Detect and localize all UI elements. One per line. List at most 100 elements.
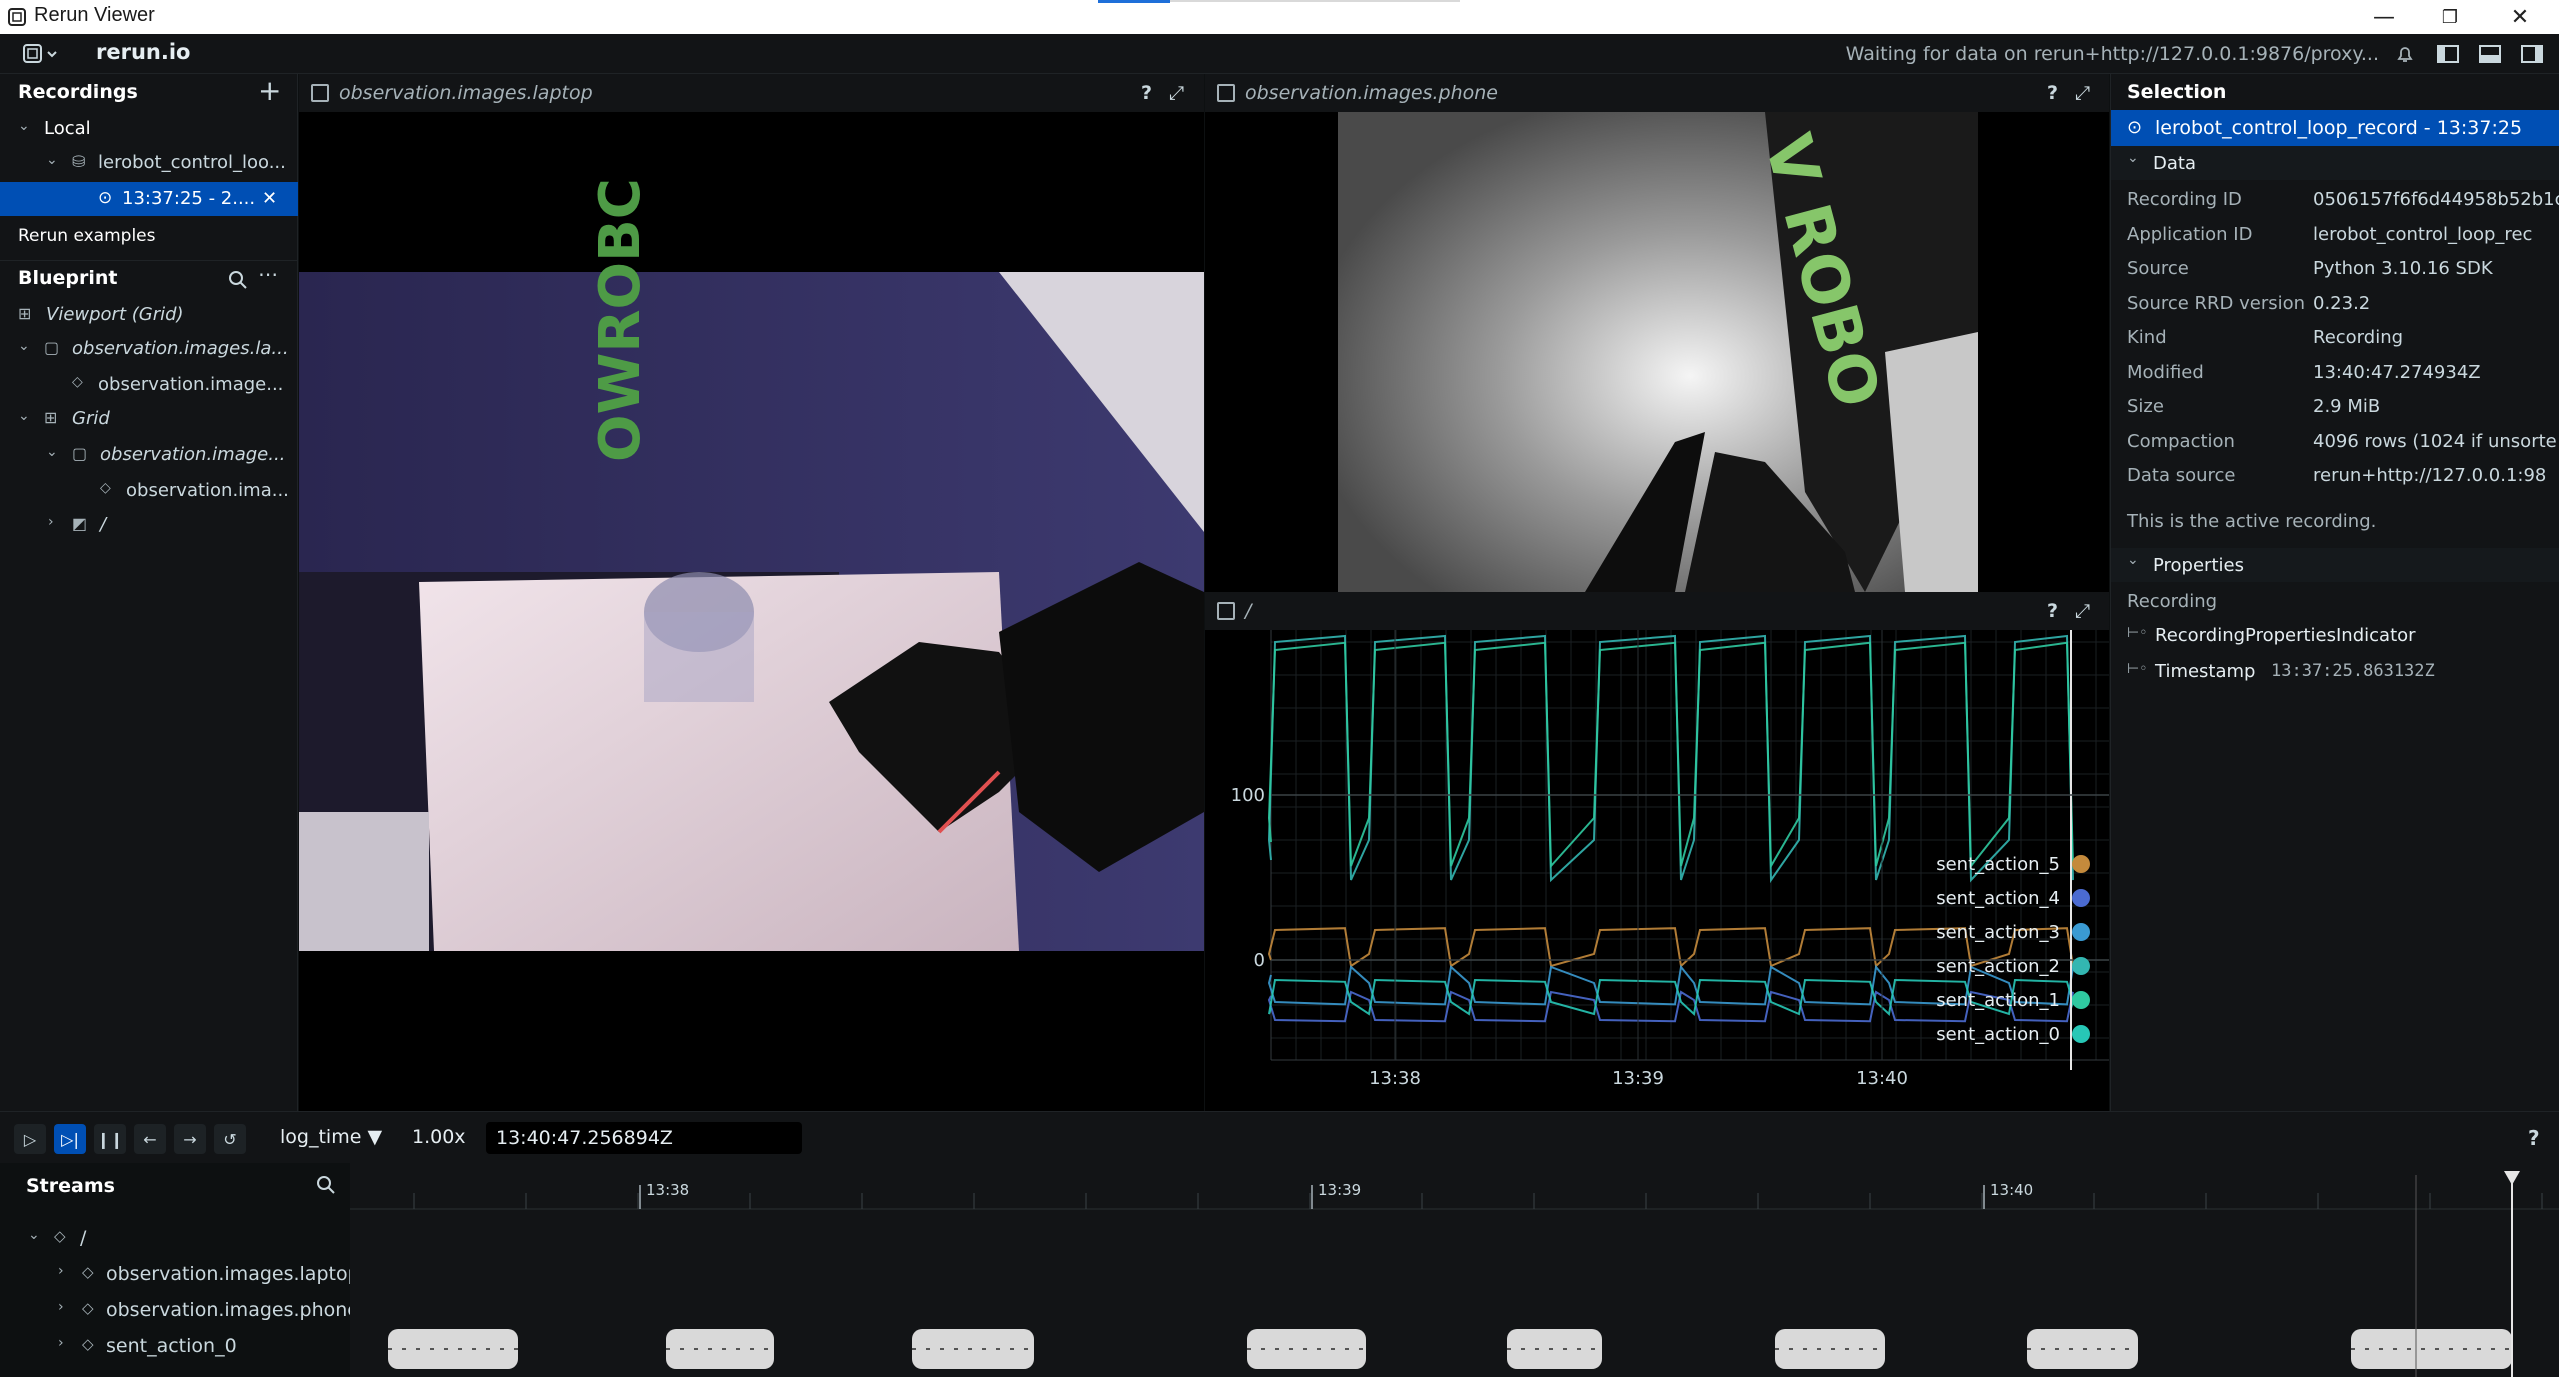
legend-swatch[interactable]: [2072, 923, 2090, 941]
tree-item-recording[interactable]: ⊙ 13:37:25 - 2.... ✕: [0, 182, 298, 216]
chevron-right-icon[interactable]: ›: [48, 514, 54, 530]
property-indicator-row[interactable]: ⊢◦ RecordingPropertiesIndicator: [2111, 618, 2559, 652]
chevron-right-icon[interactable]: ›: [58, 1299, 64, 1315]
plot-view-header[interactable]: / ? ⤢: [1205, 592, 2109, 630]
phone-view-header[interactable]: observation.images.phone ? ⤢: [1205, 74, 2109, 112]
maximize-icon[interactable]: ⤢: [2075, 82, 2090, 104]
stream-item[interactable]: › ◇ observation.images.phone: [0, 1293, 359, 1329]
chevron-right-icon[interactable]: ›: [58, 1335, 64, 1351]
playback-speed[interactable]: 1.00x: [412, 1126, 466, 1148]
help-icon[interactable]: ?: [2528, 1126, 2540, 1150]
legend-swatch[interactable]: [2072, 957, 2090, 975]
data-row-key: Data source: [2127, 465, 2236, 486]
blueprint-item-grid[interactable]: ⌄ ⊞ Grid: [0, 402, 298, 436]
notifications-icon[interactable]: [2394, 43, 2416, 65]
laptop-view-header[interactable]: observation.images.laptop ? ⤢: [299, 74, 1204, 112]
toggle-right-panel-icon[interactable]: [2520, 43, 2544, 65]
window-accent-track: [1170, 0, 1460, 2]
stream-item[interactable]: › ◇ observation.images.laptop: [0, 1257, 360, 1293]
play-button[interactable]: ▷: [14, 1124, 46, 1154]
blueprint-item-phone-view[interactable]: ⌄ ▢ observation.image...: [0, 438, 298, 472]
loop-button[interactable]: ↺: [214, 1124, 246, 1154]
search-icon[interactable]: [316, 1175, 336, 1195]
streams-header: Streams: [0, 1169, 350, 1205]
phone-view-canvas[interactable]: V ROBO: [1205, 112, 2109, 592]
data-row[interactable]: Data source rerun+http://127.0.0.1:98: [2111, 458, 2559, 492]
chevron-down-icon[interactable]: ⌄: [18, 408, 30, 424]
rerun-examples-link[interactable]: Rerun examples: [0, 220, 298, 254]
follow-button[interactable]: ▷|: [54, 1124, 86, 1154]
current-time-field[interactable]: 13:40:47.256894Z: [486, 1122, 802, 1154]
more-options-icon[interactable]: ⋯: [258, 262, 278, 286]
search-icon[interactable]: [228, 270, 248, 290]
stream-data-block[interactable]: [388, 1329, 518, 1369]
legend-swatch[interactable]: [2072, 855, 2090, 873]
data-row[interactable]: Recording ID 0506157f6f6d44958b52b1c: [2111, 182, 2559, 216]
chevron-down-icon[interactable]: ⌄: [28, 1227, 40, 1243]
data-row[interactable]: Compaction 4096 rows (1024 if unsorte: [2111, 424, 2559, 458]
laptop-view-canvas[interactable]: OWROBC: [299, 112, 1204, 1111]
chevron-down-icon[interactable]: ⌄: [2127, 552, 2139, 568]
entity-icon: ◇: [54, 1227, 66, 1245]
recordings-header: Recordings +: [0, 74, 298, 110]
stream-root[interactable]: ⌄ ◇ /: [0, 1221, 350, 1257]
property-timestamp-row[interactable]: ⊢◦ Timestamp 13:37:25.863132Z: [2111, 654, 2559, 688]
examples-label: Rerun examples: [18, 226, 156, 246]
data-row[interactable]: Size 2.9 MiB: [2111, 389, 2559, 423]
chevron-down-icon[interactable]: ⌄: [2127, 150, 2139, 166]
toggle-left-panel-icon[interactable]: [2436, 43, 2460, 65]
data-section-header[interactable]: ⌄ Data: [2111, 146, 2559, 180]
data-row-key: Source RRD version: [2127, 292, 2306, 314]
minimize-button[interactable]: —: [2354, 0, 2414, 34]
stream-data-block[interactable]: [2351, 1329, 2512, 1369]
data-row[interactable]: Modified 13:40:47.274934Z: [2111, 355, 2559, 389]
time-cursor-handle[interactable]: [2504, 1171, 2520, 1185]
blueprint-item-laptop-entity[interactable]: ◇ observation.image...: [0, 368, 298, 402]
stream-item[interactable]: › ◇ sent_action_0: [0, 1329, 350, 1365]
step-forward-button[interactable]: →: [174, 1124, 206, 1154]
left-panel: Recordings + ⌄ Local ⌄ ⛁ lerobot_control…: [0, 74, 298, 1111]
component-icon: ⊢◦: [2127, 661, 2148, 677]
chevron-down-icon[interactable]: ⌄: [46, 152, 58, 168]
data-row[interactable]: Source Python 3.10.16 SDK: [2111, 251, 2559, 285]
tree-item-local[interactable]: ⌄ Local: [0, 112, 298, 146]
maximize-icon[interactable]: ⤢: [1169, 82, 1184, 104]
blueprint-item-phone-entity[interactable]: ◇ observation.ima...: [0, 474, 298, 508]
chevron-down-icon[interactable]: ⌄: [46, 444, 58, 460]
maximize-icon[interactable]: ⤢: [2075, 600, 2090, 622]
close-window-button[interactable]: ✕: [2490, 0, 2550, 34]
chevron-down-icon[interactable]: ⌄: [18, 338, 30, 354]
blueprint-item-viewport[interactable]: ⊞ Viewport (Grid): [0, 298, 298, 332]
restore-button[interactable]: ❐: [2420, 0, 2480, 34]
data-row-value: Recording: [2313, 327, 2404, 348]
legend-swatch[interactable]: [2072, 889, 2090, 907]
timeline-selector[interactable]: log_time ▼: [280, 1126, 382, 1148]
properties-section-header[interactable]: ⌄ Properties: [2111, 548, 2559, 582]
blueprint-item-laptop-view[interactable]: ⌄ ▢ observation.images.la...: [0, 332, 298, 366]
toggle-bottom-panel-icon[interactable]: [2478, 43, 2502, 65]
help-icon[interactable]: ?: [2047, 82, 2058, 104]
data-row[interactable]: Source RRD version 0.23.2: [2111, 286, 2559, 320]
data-row[interactable]: Kind Recording: [2111, 320, 2559, 354]
data-row[interactable]: Application ID lerobot_control_loop_rec: [2111, 217, 2559, 251]
blueprint-item-plot[interactable]: › ◩ /: [0, 508, 298, 542]
legend-swatch[interactable]: [2072, 1025, 2090, 1043]
timeline-area[interactable]: 13:38 13:39 13:40: [350, 1163, 2559, 1377]
step-back-button[interactable]: ←: [134, 1124, 166, 1154]
close-recording-icon[interactable]: ✕: [262, 188, 277, 209]
chevron-right-icon[interactable]: ›: [58, 1263, 64, 1279]
help-icon[interactable]: ?: [1141, 82, 1152, 104]
stream-data-block[interactable]: [912, 1329, 1034, 1369]
pause-button[interactable]: ❙❙: [94, 1124, 126, 1154]
chevron-down-icon[interactable]: ⌄: [18, 118, 30, 134]
blueprint-label: Grid: [72, 408, 110, 429]
add-recording-icon[interactable]: +: [258, 74, 281, 107]
data-row-key: Compaction: [2127, 430, 2235, 452]
legend-swatch[interactable]: [2072, 991, 2090, 1009]
help-icon[interactable]: ?: [2047, 600, 2058, 622]
selected-recording-row[interactable]: ⊙ lerobot_control_loop_record - 13:37:25: [2111, 110, 2559, 146]
brand-link[interactable]: rerun.io: [96, 40, 190, 64]
tree-item-app[interactable]: ⌄ ⛁ lerobot_control_loo...: [0, 146, 298, 180]
rerun-menu-icon[interactable]: [22, 43, 62, 65]
plot-canvas[interactable]: 0 100 13:38 13:39 13:40 sent_action_5 sent_a…: [1205, 630, 2109, 1111]
